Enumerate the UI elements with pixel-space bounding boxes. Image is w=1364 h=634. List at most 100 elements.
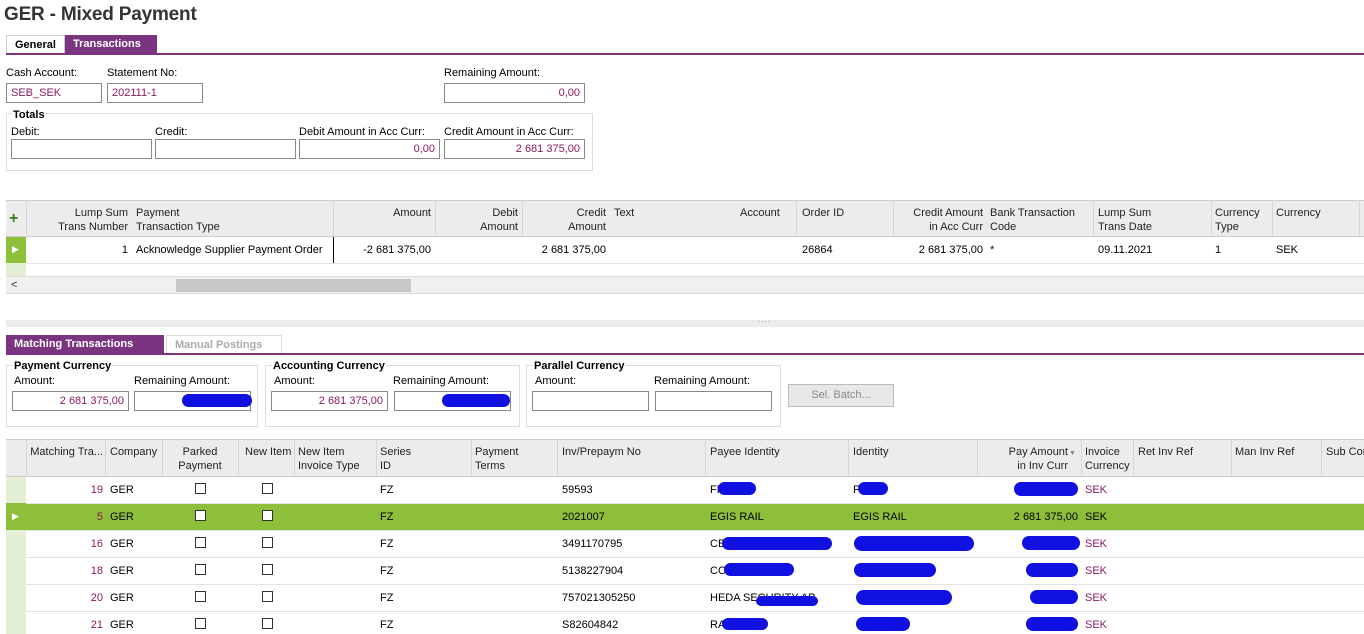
cell-lump-sum[interactable]: 1 <box>30 244 128 256</box>
cell-matching-num[interactable]: 5 <box>28 511 103 523</box>
col-lump-sum[interactable]: Lump Sum Trans Number <box>30 206 128 234</box>
sel-batch-button[interactable]: Sel. Batch... <box>788 384 894 407</box>
cell-matching-num[interactable]: 16 <box>28 538 103 550</box>
cell-inv-no[interactable]: 3491170795 <box>562 538 622 550</box>
add-row-icon[interactable]: + <box>9 210 18 228</box>
pc-amount-field[interactable]: 2 681 375,00 <box>12 391 129 411</box>
col-credit-amount[interactable]: Credit Amount <box>526 206 606 234</box>
cell-payment-type[interactable]: Acknowledge Supplier Payment Order <box>136 244 322 256</box>
col-parked-payment[interactable]: Parked Payment <box>170 445 230 473</box>
cell-company[interactable]: GER <box>110 511 134 523</box>
new-item-checkbox[interactable] <box>262 618 273 629</box>
cell-inv-no[interactable]: 2021007 <box>562 511 605 523</box>
col-pay-amount[interactable]: Pay Amount in Inv Curr <box>982 445 1068 473</box>
col-new-item[interactable]: New Item <box>245 445 291 459</box>
new-item-checkbox[interactable] <box>262 591 273 602</box>
col-amount[interactable]: Amount <box>340 206 431 220</box>
debit-acc-field[interactable]: 0,00 <box>299 139 440 159</box>
col-text[interactable]: Text <box>614 206 634 220</box>
horizontal-scrollbar[interactable]: < <box>6 276 1364 294</box>
tab-matching-transactions[interactable]: Matching Transactions <box>6 335 164 354</box>
cell-lump-date[interactable]: 09.11.2021 <box>1098 244 1152 256</box>
col-company[interactable]: Company <box>110 445 157 459</box>
parked-payment-checkbox[interactable] <box>195 483 206 494</box>
cell-inv-no[interactable]: 5138227904 <box>562 565 623 577</box>
cell-amount[interactable]: -2 681 375,00 <box>340 244 431 256</box>
cell-series[interactable]: FZ <box>380 538 393 550</box>
parked-payment-checkbox[interactable] <box>195 537 206 548</box>
parked-payment-checkbox[interactable] <box>195 591 206 602</box>
col-currency[interactable]: Currency <box>1276 206 1321 220</box>
cell-inv-no[interactable]: 59593 <box>562 484 593 496</box>
cell-invoice-currency[interactable]: SEK <box>1085 511 1107 523</box>
col-matching-trans[interactable]: Matching Tra... <box>28 445 103 459</box>
cell-identity[interactable]: EGIS RAIL <box>853 511 907 523</box>
credit-acc-field[interactable]: 2 681 375,00 <box>444 139 585 159</box>
cell-series[interactable]: FZ <box>380 619 393 631</box>
cell-company[interactable]: GER <box>110 619 134 631</box>
col-invoice-currency[interactable]: Invoice Currency <box>1085 445 1130 473</box>
cell-invoice-currency[interactable]: SEK <box>1085 538 1107 550</box>
col-sub-con[interactable]: Sub Cor <box>1326 445 1364 459</box>
col-bank-code[interactable]: Bank Transaction Code <box>990 206 1075 234</box>
col-order-id[interactable]: Order ID <box>802 206 844 220</box>
parked-payment-checkbox[interactable] <box>195 618 206 629</box>
col-ret-inv-ref[interactable]: Ret Inv Ref <box>1138 445 1193 459</box>
col-inv-prepaym-no[interactable]: Inv/Prepaym No <box>562 445 641 459</box>
cash-account-field[interactable]: SEB_SEK <box>6 83 102 103</box>
col-account[interactable]: Account <box>740 206 780 220</box>
splitter[interactable]: ···· <box>6 316 1364 327</box>
pl-amount-field[interactable] <box>532 391 649 411</box>
cell-credit-amount[interactable]: 2 681 375,00 <box>526 244 606 256</box>
cell-bank-code[interactable]: * <box>990 244 994 256</box>
col-lump-date[interactable]: Lump Sum Trans Date <box>1098 206 1152 234</box>
col-man-inv-ref[interactable]: Man Inv Ref <box>1235 445 1294 459</box>
cell-currency[interactable]: SEK <box>1276 244 1298 256</box>
col-payee-identity[interactable]: Payee Identity <box>710 445 780 459</box>
tab-manual-postings[interactable]: Manual Postings <box>166 335 282 354</box>
cell-company[interactable]: GER <box>110 484 134 496</box>
cell-matching-num[interactable]: 21 <box>28 619 103 631</box>
scrollbar-thumb[interactable] <box>176 279 411 292</box>
cell-company[interactable]: GER <box>110 565 134 577</box>
col-new-item-invoice-type[interactable]: New Item Invoice Type <box>298 445 360 473</box>
cell-inv-no[interactable]: 757021305250 <box>562 592 635 604</box>
row-selector[interactable]: ▶ <box>6 237 26 263</box>
parked-payment-checkbox[interactable] <box>195 564 206 575</box>
cell-credit-acc[interactable]: 2 681 375,00 <box>896 244 983 256</box>
col-identity[interactable]: Identity <box>853 445 888 459</box>
col-payment-terms[interactable]: Payment Terms <box>475 445 518 473</box>
cell-payee-identity[interactable]: EGIS RAIL <box>710 511 764 523</box>
cell-company[interactable]: GER <box>110 592 134 604</box>
ac-amount-field[interactable]: 2 681 375,00 <box>271 391 388 411</box>
pl-remaining-field[interactable] <box>655 391 772 411</box>
new-item-checkbox[interactable] <box>262 537 273 548</box>
cell-order-id[interactable]: 26864 <box>802 244 833 256</box>
cell-series[interactable]: FZ <box>380 484 393 496</box>
cell-inv-no[interactable]: S82604842 <box>562 619 618 631</box>
cell-company[interactable]: GER <box>110 538 134 550</box>
cell-currency-type[interactable]: 1 <box>1215 244 1221 256</box>
cell-matching-num[interactable]: 20 <box>28 592 103 604</box>
remaining-amount-field[interactable]: 0,00 <box>444 83 585 103</box>
parked-payment-checkbox[interactable] <box>195 510 206 521</box>
tab-general[interactable]: General <box>6 35 65 54</box>
cell-invoice-currency[interactable]: SEK <box>1085 592 1107 604</box>
cell-matching-num[interactable]: 19 <box>28 484 103 496</box>
tab-transactions[interactable]: Transactions <box>65 35 157 54</box>
col-credit-acc[interactable]: Credit Amount in Acc Curr <box>896 206 983 234</box>
cell-series[interactable]: FZ <box>380 565 393 577</box>
cell-pay-amount[interactable]: 2 681 375,00 <box>982 511 1078 523</box>
new-item-checkbox[interactable] <box>262 564 273 575</box>
cell-invoice-currency[interactable]: SEK <box>1085 484 1107 496</box>
cell-invoice-currency[interactable]: SEK <box>1085 565 1107 577</box>
debit-field[interactable] <box>11 139 152 159</box>
new-item-checkbox[interactable] <box>262 510 273 521</box>
scroll-left-icon[interactable]: < <box>11 279 17 291</box>
col-series-id[interactable]: Series ID <box>380 445 411 473</box>
col-currency-type[interactable]: Currency Type <box>1215 206 1260 234</box>
statement-no-field[interactable]: 202111-1 <box>107 83 203 103</box>
col-debit-amount[interactable]: Debit Amount <box>440 206 518 234</box>
cell-series[interactable]: FZ <box>380 511 393 523</box>
col-payment-type[interactable]: Payment Transaction Type <box>136 206 220 234</box>
